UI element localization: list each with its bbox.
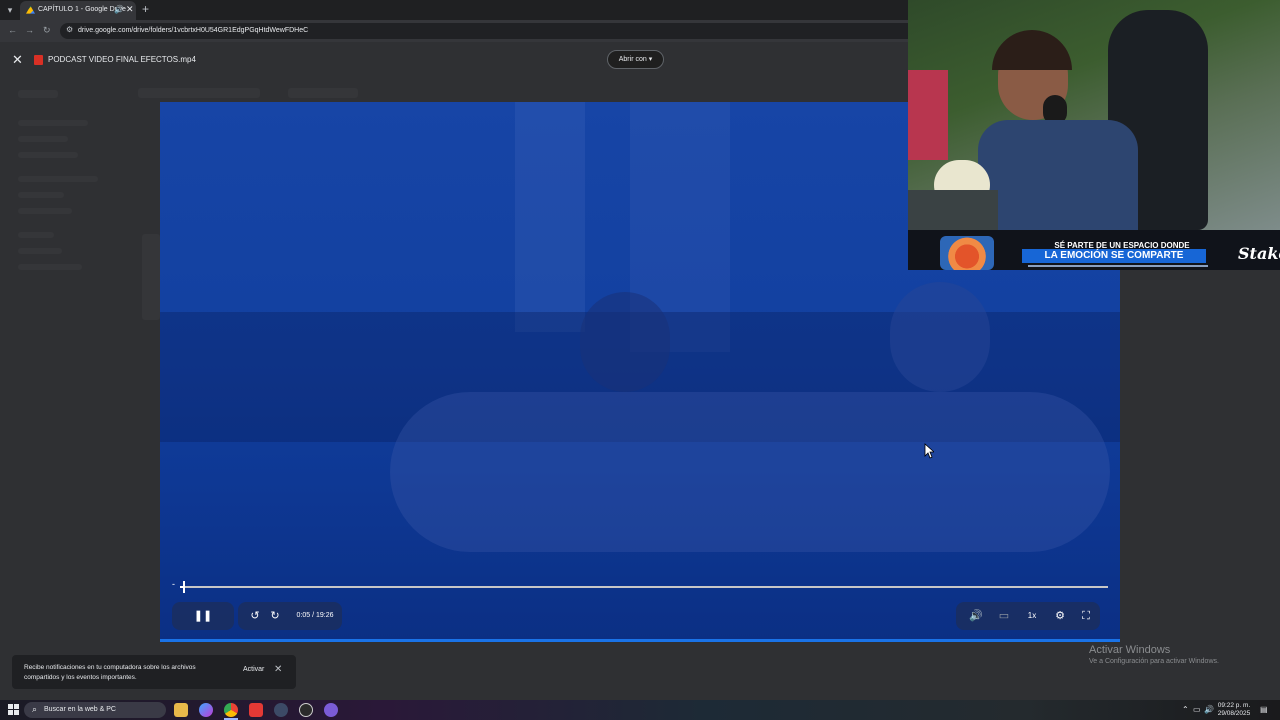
time-display: 0:05 / 19:26 [296,612,334,619]
volume-tray-icon[interactable]: 🔊 [1204,705,1214,714]
site-info-icon[interactable]: ⚙ [66,25,73,34]
address-url: drive.google.com/drive/folders/1vcbrtxH0… [78,27,309,34]
stream-ad-banner: SÉ PARTE DE UN ESPACIO DONDE LA EMOCIÓN … [908,230,1280,270]
notifications-icon[interactable]: ▤ [1260,705,1268,714]
video-file-icon [34,55,43,65]
pc-lights-shape [908,70,948,160]
rewind-10-icon[interactable]: ↺ [244,602,266,630]
audio-playing-icon[interactable]: 🔊 [114,5,124,14]
system-clock[interactable]: 09:22 p. m. 29/08/2025 [1214,702,1254,718]
forward-10-icon[interactable]: ↻ [264,602,286,630]
toast-activate-button[interactable]: Activar [243,666,264,673]
progress-bar[interactable] [180,586,1108,588]
activation-watermark-title: Activar Windows [1089,644,1171,656]
right-control-group: 🔊 ▭ 1x ⚙ ⛶ [956,602,1100,630]
clock-date: 29/08/2025 [1217,710,1251,717]
taskbar-search-box[interactable]: ⌕ Buscar en la web & PC [24,702,166,718]
captions-icon[interactable]: ▭ [990,602,1018,630]
progress-start-marker: - [172,579,175,589]
banner-line-2: LA EMOCIÓN SE COMPARTE [1022,249,1206,263]
new-tab-icon[interactable]: + [142,2,149,16]
fullscreen-icon[interactable]: ⛶ [1072,602,1100,630]
person-head-shape [580,292,670,392]
banner-fine-print [1028,265,1208,267]
copilot-icon[interactable] [199,703,213,717]
brand-logo: Stake [1238,244,1280,263]
file-title: PODCAST VIDEO FINAL EFECTOS.mp4 [48,55,196,64]
tab-title: CAPÍTULO 1 - Google Drive [38,6,126,13]
network-icon[interactable]: ▭ [1193,705,1201,714]
play-control-group: ❚❚ [172,602,234,630]
progress-handle[interactable] [182,581,185,593]
people-body-shape [390,392,1110,552]
volume-icon[interactable]: 🔊 [962,602,990,630]
streamer-hair-shape [992,30,1072,70]
drive-favicon-icon [26,6,35,14]
video-accent-bar [160,639,1120,642]
window-light-shape [515,102,585,332]
activation-watermark-subtitle: Ve a Configuración para activar Windows. [1089,658,1219,665]
chevron-down-icon: ▾ [648,56,653,63]
person-head-shape [890,282,990,392]
denim-jacket-shape [978,120,1138,230]
open-with-button[interactable]: Abrir con ▾ [607,50,664,69]
forward-icon[interactable]: → [25,25,34,35]
windows-start-icon[interactable] [8,704,19,715]
mouse-cursor-icon [924,443,934,459]
playback-speed-button[interactable]: 1x [1018,602,1046,630]
pause-icon[interactable]: ❚❚ [172,602,234,630]
chrome-icon[interactable] [224,703,238,717]
tray-chevron-icon[interactable]: ⌃ [1182,705,1189,714]
streamer-webcam [908,0,1280,230]
notification-toast: Recibe notificaciones en tu computadora … [12,655,296,689]
viewer-close-icon[interactable]: ✕ [12,52,23,68]
app-icon[interactable] [299,703,313,717]
search-icon: ⌕ [32,704,38,714]
discord-icon[interactable] [324,703,338,717]
roulette-logo-icon [940,236,994,270]
open-with-label: Abrir con [618,56,647,63]
taskbar-search-placeholder: Buscar en la web & PC [44,706,116,713]
toast-close-icon[interactable]: ✕ [274,664,282,675]
toast-message: Recibe notificaciones en tu computadora … [24,664,196,681]
settings-gear-icon[interactable]: ⚙ [1046,602,1074,630]
obs-icon[interactable] [274,703,288,717]
tab-close-icon[interactable]: ✕ [126,4,134,15]
address-bar[interactable]: ⚙ drive.google.com/drive/folders/1vcbrtx… [60,23,920,39]
desk-shape [908,190,998,230]
file-explorer-icon[interactable] [174,703,188,717]
youtube-icon[interactable] [249,703,263,717]
clock-time: 09:22 p. m. [1217,702,1251,709]
seek-control-group: ↺ ↻ 0:05 / 19:26 [238,602,342,630]
viewer-header: ✕ PODCAST VIDEO FINAL EFECTOS.mp4 Abrir … [0,46,910,74]
browser-tab[interactable]: CAPÍTULO 1 - Google Drive 🔊 ✕ [20,1,136,20]
reload-icon[interactable]: ↻ [43,25,51,36]
tab-search-icon[interactable]: ▾ [4,4,16,16]
taskbar: ⌕ Buscar en la web & PC ⌃ ▭ 🔊 09:22 p. m… [0,700,1280,720]
back-icon[interactable]: ← [8,25,17,35]
